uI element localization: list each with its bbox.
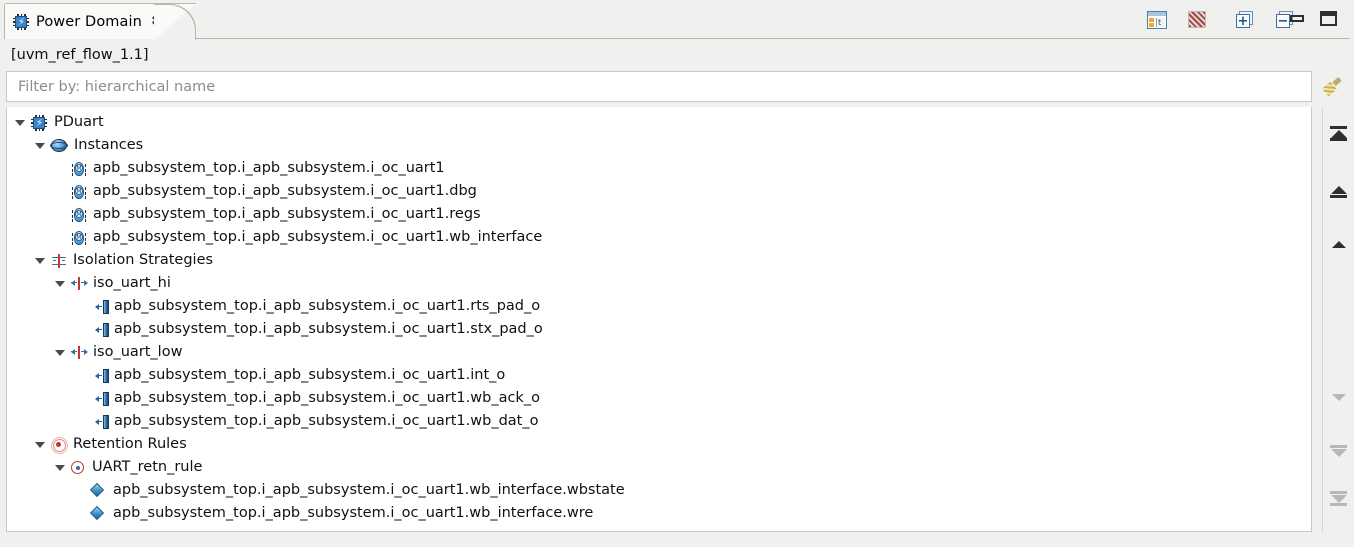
tree-item-pduart[interactable]: ⚡ PDuart [15,111,104,134]
tree-item-label: PDuart [54,114,104,131]
tree-item-instance[interactable]: M apb_subsystem_top.i_apb_subsystem.i_oc… [71,226,542,249]
tree-navigation-strip [1322,107,1354,532]
tree-item-label: apb_subsystem_top.i_apb_subsystem.i_oc_u… [113,482,625,499]
isolation-group-icon [51,253,67,268]
tree-item-port[interactable]: apb_subsystem_top.i_apb_subsystem.i_oc_u… [95,318,543,341]
tree-item-label: Isolation Strategies [73,252,214,269]
tree-item-label: apb_subsystem_top.i_apb_subsystem.i_oc_u… [114,298,541,315]
minimize-button[interactable] [1290,15,1304,22]
tree-item-isolation-strategies[interactable]: Isolation Strategies [35,249,213,272]
tree-item-label: Instances [74,137,144,154]
chip-icon: ⚡ [31,114,47,131]
chevron-down-icon[interactable] [55,280,65,287]
port-icon [95,299,110,314]
tree-item-label: apb_subsystem_top.i_apb_subsystem.i_oc_u… [114,413,539,430]
tree-item-label: apb_subsystem_top.i_apb_subsystem.i_oc_u… [114,367,506,384]
grid-view-icon[interactable] [1188,11,1206,28]
port-icon [95,391,110,406]
maximize-button[interactable] [1320,11,1337,26]
go-to-first-icon[interactable] [1328,126,1350,142]
tree-item-instance[interactable]: M apb_subsystem_top.i_apb_subsystem.i_oc… [71,157,445,180]
tree-item-signal[interactable]: apb_subsystem_top.i_apb_subsystem.i_oc_u… [89,479,625,502]
power-domain-tree[interactable]: ⚡ PDuart Instances M apb_subsystem_top.i… [6,107,1312,532]
module-icon: M [71,184,87,200]
port-icon [95,414,110,429]
tab-trailing-curve [154,3,196,40]
tree-item-retention-rule[interactable]: UART_retn_rule [55,456,202,479]
tree-item-instance[interactable]: M apb_subsystem_top.i_apb_subsystem.i_oc… [71,180,477,203]
tree-item-label: iso_uart_hi [93,275,171,292]
tree-item-instance[interactable]: M apb_subsystem_top.i_apb_subsystem.i_oc… [71,203,481,226]
retention-group-icon [51,436,68,454]
port-icon [95,322,110,337]
search-input[interactable] [16,77,1302,96]
go-down-icon[interactable] [1328,391,1350,407]
module-icon: M [71,230,87,246]
chevron-down-icon[interactable] [55,464,65,471]
port-icon [95,368,110,383]
collapse-all-glyph: − [1277,13,1289,29]
brush-clear-icon[interactable] [1322,77,1342,97]
expand-all-icon[interactable]: + [1236,11,1256,29]
isolation-icon [71,277,88,290]
chevron-down-icon[interactable] [35,257,45,264]
tree-item-port[interactable]: apb_subsystem_top.i_apb_subsystem.i_oc_u… [95,295,540,318]
tree-item-label: UART_retn_rule [92,459,203,476]
tree-item-port[interactable]: apb_subsystem_top.i_apb_subsystem.i_oc_u… [95,364,505,387]
chevron-down-icon[interactable] [15,119,25,126]
go-down-fast-icon[interactable] [1328,444,1350,460]
tree-item-instances[interactable]: Instances [35,134,143,157]
module-icon: M [71,207,87,223]
diamond-icon [89,505,106,521]
tree-item-label: Retention Rules [73,436,187,453]
tab-power-domain[interactable]: ⚡ Power Domain ✖ [4,3,173,39]
show-properties-icon[interactable]: t [1147,11,1167,29]
tree-item-signal[interactable]: apb_subsystem_top.i_apb_subsystem.i_oc_u… [89,502,594,525]
tab-baseline [196,38,1350,39]
tree-item-iso-strategy[interactable]: iso_uart_hi [55,272,171,295]
go-up-fast-icon[interactable] [1328,185,1350,201]
tree-item-label: apb_subsystem_top.i_apb_subsystem.i_oc_u… [113,505,594,522]
tree-item-label: apb_subsystem_top.i_apb_subsystem.i_oc_u… [93,183,477,200]
tree-item-port[interactable]: apb_subsystem_top.i_apb_subsystem.i_oc_u… [95,387,540,410]
tree-item-label: apb_subsystem_top.i_apb_subsystem.i_oc_u… [93,160,445,177]
retention-rule-icon [71,460,86,475]
power-domain-view: ⚡ Power Domain ✖ t + − [uvm_ref_flow_1.1… [0,0,1354,547]
filter-field[interactable] [6,71,1312,102]
tree-item-retention-rules[interactable]: Retention Rules [35,433,187,456]
module-icon: M [71,161,87,177]
power-domain-chip-icon: ⚡ [13,13,29,30]
tree-item-iso-strategy[interactable]: iso_uart_low [55,341,182,364]
isolation-icon [71,346,88,359]
tree-item-label: apb_subsystem_top.i_apb_subsystem.i_oc_u… [114,321,543,338]
tree-item-label: apb_subsystem_top.i_apb_subsystem.i_oc_u… [114,390,540,407]
chevron-down-icon[interactable] [35,142,45,149]
tree-item-label: iso_uart_low [93,344,183,361]
breadcrumb: [uvm_ref_flow_1.1] [11,47,149,63]
chevron-down-icon[interactable] [55,349,65,356]
tree-item-label: apb_subsystem_top.i_apb_subsystem.i_oc_u… [93,229,543,246]
diamond-icon [89,482,106,498]
go-up-icon[interactable] [1328,238,1350,254]
tree-item-port[interactable]: apb_subsystem_top.i_apb_subsystem.i_oc_u… [95,410,538,433]
tree-item-label: apb_subsystem_top.i_apb_subsystem.i_oc_u… [93,206,481,223]
go-to-last-icon[interactable] [1328,491,1350,507]
sphere-icon [50,138,68,153]
tab-label: Power Domain [36,13,142,30]
chevron-down-icon[interactable] [35,441,45,448]
expand-all-glyph: + [1237,13,1249,29]
view-tab-bar: ⚡ Power Domain ✖ t + − [0,0,1354,40]
